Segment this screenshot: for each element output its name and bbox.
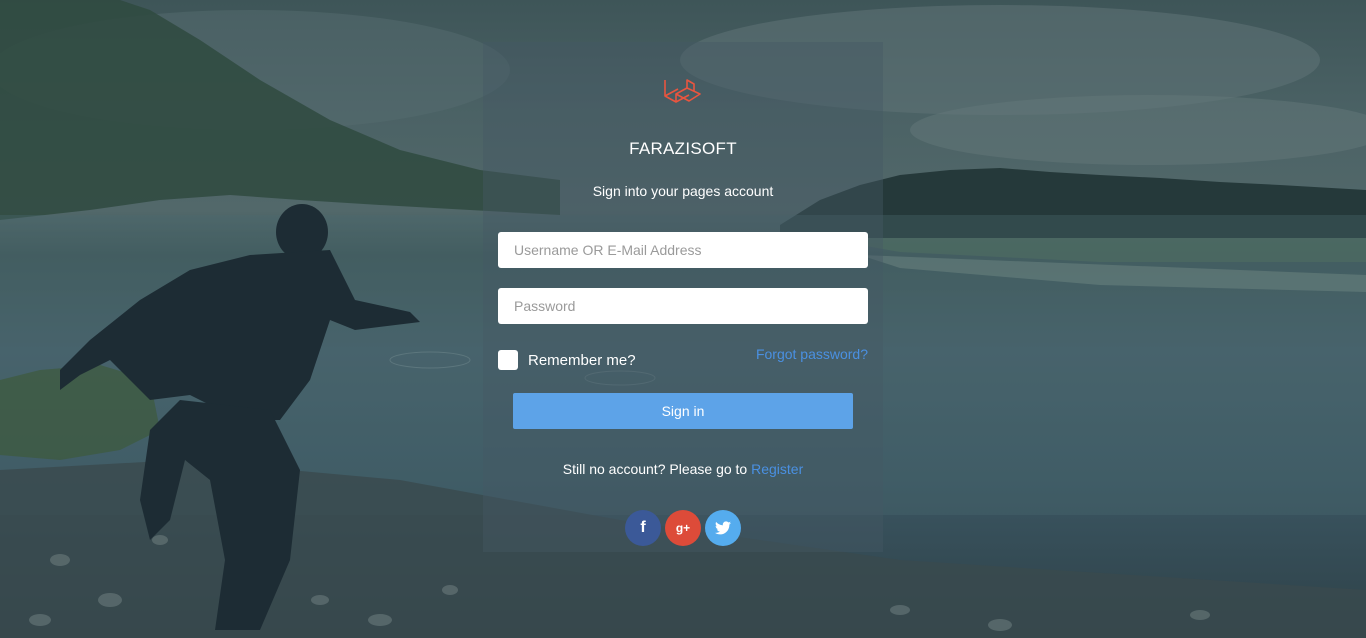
register-prompt: Still no account? Please go to Register bbox=[483, 461, 883, 477]
remember-me-label[interactable]: Remember me? bbox=[528, 352, 636, 369]
twitter-icon bbox=[715, 521, 731, 535]
facebook-icon: f bbox=[640, 519, 646, 536]
page-subtitle: Sign into your pages account bbox=[592, 183, 774, 199]
laravel-logo-icon bbox=[664, 79, 701, 103]
register-link[interactable]: Register bbox=[751, 461, 803, 477]
sign-in-button[interactable]: Sign in bbox=[513, 393, 853, 429]
brand-title: FARAZISOFT bbox=[629, 139, 737, 158]
remember-me-checkbox[interactable] bbox=[498, 350, 518, 370]
username-input[interactable] bbox=[498, 232, 868, 268]
facebook-button[interactable]: f bbox=[625, 510, 661, 546]
twitter-button[interactable] bbox=[705, 510, 741, 546]
google-plus-icon: g+ bbox=[675, 521, 691, 535]
forgot-password-link[interactable]: Forgot password? bbox=[740, 346, 868, 362]
register-prompt-text: Still no account? Please go to bbox=[562, 461, 752, 477]
password-input[interactable] bbox=[498, 288, 868, 324]
google-plus-button[interactable]: g+ bbox=[665, 510, 701, 546]
